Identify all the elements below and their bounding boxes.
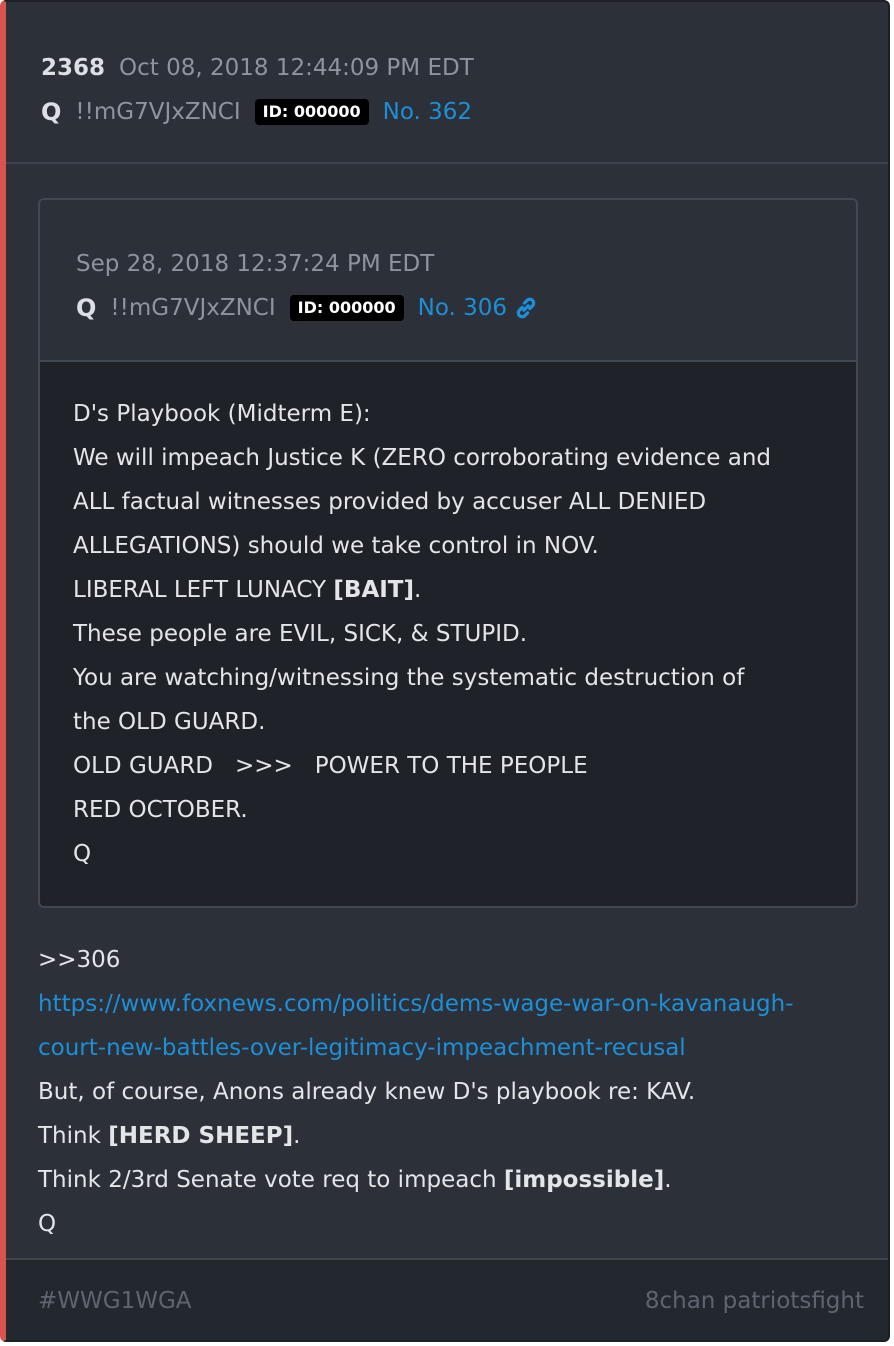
body-text: Think bbox=[38, 1123, 109, 1149]
post-tripcode: !!mG7VJxZNCI bbox=[75, 99, 241, 125]
quoted-post-body: D's Playbook (Midterm E): We will impeac… bbox=[40, 362, 856, 876]
post-author-row: Q !!mG7VJxZNCI ID: 000000 No. 362 bbox=[41, 90, 888, 134]
bait-period: . bbox=[414, 577, 422, 603]
reply-reference[interactable]: >>306 bbox=[38, 938, 858, 982]
impossible-bold: [impossible] bbox=[503, 1167, 665, 1193]
post-footer: #WWG1WGA 8chan patriotsfight bbox=[6, 1258, 888, 1340]
quoted-author-row: Q !!mG7VJxZNCI ID: 000000 No. 306 bbox=[76, 286, 856, 330]
source-label: 8chan patriotsfight bbox=[644, 1288, 864, 1314]
quoted-line: You are watching/witnessing the systemat… bbox=[73, 665, 745, 691]
post-meta-row: 2368 Oct 08, 2018 12:44:09 PM EDT bbox=[41, 46, 888, 90]
herd-sheep-bold: [HERD SHEEP] bbox=[108, 1123, 294, 1149]
post-number: 2368 bbox=[41, 55, 106, 81]
signature: Q bbox=[38, 1211, 57, 1237]
post-date: Oct 08, 2018 12:44:09 PM EDT bbox=[119, 55, 474, 81]
post-author: Q bbox=[41, 98, 62, 126]
quoted-line: These people are EVIL, SICK, & STUPID. bbox=[73, 621, 528, 647]
body-line: But, of course, Anons already knew D's p… bbox=[38, 1079, 696, 1105]
article-link[interactable]: https://www.foxnews.com/politics/dems-wa… bbox=[38, 991, 794, 1061]
quoted-post: Sep 28, 2018 12:37:24 PM EDT Q !!mG7VJxZ… bbox=[38, 198, 858, 908]
quoted-post-header: Sep 28, 2018 12:37:24 PM EDT Q !!mG7VJxZ… bbox=[40, 200, 856, 362]
post-body: >>306 https://www.foxnews.com/politics/d… bbox=[38, 938, 858, 1246]
quoted-line: D's Playbook (Midterm E): bbox=[73, 401, 371, 427]
quoted-line-bait: LIBERAL LEFT LUNACY [BAIT]. bbox=[73, 568, 856, 612]
quoted-date: Sep 28, 2018 12:37:24 PM EDT bbox=[76, 251, 435, 277]
quoted-line: the OLD GUARD. bbox=[73, 709, 266, 735]
post-id-badge: ID: 000000 bbox=[254, 99, 369, 125]
quoted-line: ALLEGATIONS) should we take control in N… bbox=[73, 533, 599, 559]
bait-bold-text: [BAIT] bbox=[333, 577, 415, 603]
article-link-line2[interactable]: court-new-battles-over-legitimacy-impeac… bbox=[38, 1035, 686, 1061]
body-text: Think 2/3rd Senate vote req to impeach bbox=[38, 1167, 504, 1193]
quoted-post-number-link[interactable]: No. 306 bbox=[418, 295, 507, 321]
post-card: 2368 Oct 08, 2018 12:44:09 PM EDT Q !!mG… bbox=[0, 0, 890, 1342]
quoted-id-badge: ID: 000000 bbox=[289, 295, 404, 321]
body-text: . bbox=[664, 1167, 672, 1193]
body-line-impeach: Think 2/3rd Senate vote req to impeach [… bbox=[38, 1158, 858, 1202]
quoted-tripcode: !!mG7VJxZNCI bbox=[110, 295, 276, 321]
quoted-line: We will impeach Justice K (ZERO corrobor… bbox=[73, 445, 771, 471]
post-header: 2368 Oct 08, 2018 12:44:09 PM EDT Q !!mG… bbox=[6, 2, 888, 164]
quoted-author: Q bbox=[76, 294, 97, 322]
article-link-line1[interactable]: https://www.foxnews.com/politics/dems-wa… bbox=[38, 991, 794, 1017]
post-number-link[interactable]: No. 362 bbox=[383, 99, 472, 125]
quoted-line: OLD GUARD >>> POWER TO THE PEOPLE bbox=[73, 753, 588, 779]
quoted-line: Q bbox=[73, 841, 92, 867]
quoted-line-text: LIBERAL LEFT LUNACY bbox=[73, 577, 334, 603]
link-icon[interactable] bbox=[513, 295, 539, 321]
body-text: . bbox=[293, 1123, 301, 1149]
quoted-meta-row: Sep 28, 2018 12:37:24 PM EDT bbox=[76, 242, 856, 286]
quoted-line: ALL factual witnesses provided by accuse… bbox=[73, 489, 707, 515]
hashtag: #WWG1WGA bbox=[38, 1288, 192, 1314]
quoted-line: RED OCTOBER. bbox=[73, 797, 248, 823]
body-line-herd: Think [HERD SHEEP]. bbox=[38, 1114, 858, 1158]
